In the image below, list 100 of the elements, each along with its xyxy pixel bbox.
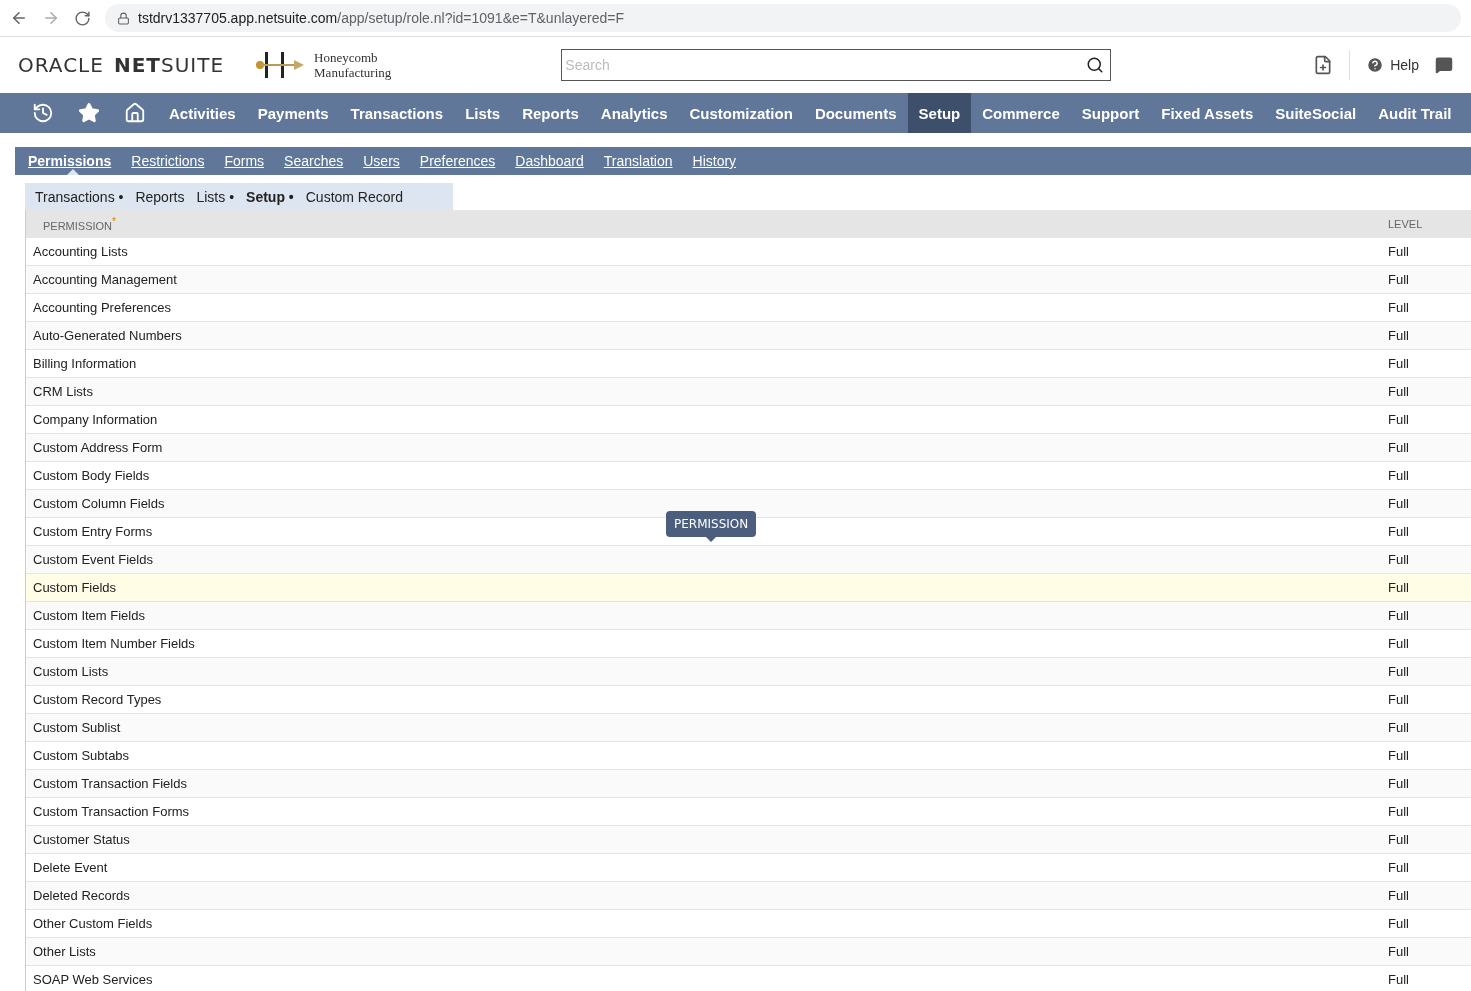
level-cell-text: Full bbox=[1388, 384, 1410, 399]
table-row[interactable]: Other Lists Full bbox=[26, 938, 1471, 966]
subtab[interactable]: Transactions • bbox=[35, 183, 134, 210]
level-cell-text: Full bbox=[1388, 272, 1410, 287]
reload-icon[interactable] bbox=[74, 9, 91, 27]
company-name: Honeycomb Manufacturing bbox=[314, 50, 392, 80]
url-path: /app/setup/role.nl?id=1091&e=T&unlayered=F bbox=[337, 10, 625, 26]
tab[interactable]: Restrictions bbox=[124, 147, 218, 175]
table-row[interactable]: Customer Status Full bbox=[26, 826, 1471, 854]
permission-cell-text: Billing Information bbox=[33, 356, 138, 371]
table-row[interactable]: CRM Lists Full bbox=[26, 378, 1471, 406]
permission-cell-text: Company Information bbox=[33, 412, 159, 427]
level-cell-text: Full bbox=[1388, 412, 1410, 427]
level-cell-text: Full bbox=[1388, 916, 1410, 931]
permission-cell-text: Auto-Generated Numbers bbox=[33, 328, 183, 343]
level-cell-text: Full bbox=[1388, 888, 1410, 903]
subtab[interactable]: Lists • bbox=[196, 183, 245, 210]
table-row[interactable]: Deleted Records Full bbox=[26, 882, 1471, 910]
table-row[interactable]: Custom Item Fields Full bbox=[26, 602, 1471, 630]
level-cell-text: Full bbox=[1388, 244, 1410, 259]
permission-cell-text: Custom Item Fields bbox=[33, 608, 146, 623]
level-cell-text: Full bbox=[1388, 328, 1410, 343]
nav-tab[interactable]: Reports bbox=[511, 93, 590, 133]
table-row[interactable]: Custom Column Fields Full bbox=[26, 490, 1471, 518]
nav-tab[interactable]: Commerce bbox=[971, 93, 1071, 133]
level-cell-text: Full bbox=[1388, 356, 1410, 371]
nav-tab[interactable]: Transactions bbox=[339, 93, 455, 133]
table-row[interactable]: Custom Sublist Full bbox=[26, 714, 1471, 742]
permission-cell-text: Custom Event Fields bbox=[33, 552, 154, 567]
help-button[interactable]: Help bbox=[1349, 50, 1419, 80]
permission-cell-text: Custom Sublist bbox=[33, 720, 122, 735]
level-cell-text: Full bbox=[1388, 720, 1410, 735]
tab[interactable]: Users bbox=[356, 147, 413, 175]
level-cell-text: Full bbox=[1388, 524, 1410, 539]
back-icon[interactable] bbox=[10, 9, 28, 27]
table-row[interactable]: Accounting Management Full bbox=[26, 266, 1471, 294]
permission-cell-text: Custom Subtabs bbox=[33, 748, 131, 763]
permission-cell-text: Custom Transaction Fields bbox=[33, 776, 188, 791]
level-cell-text: Full bbox=[1388, 832, 1410, 847]
nav-tab[interactable]: Audit Trail bbox=[1367, 93, 1463, 133]
permission-cell-text: Custom Entry Forms bbox=[33, 524, 154, 539]
subtab[interactable]: Reports bbox=[135, 183, 195, 210]
level-cell-text: Full bbox=[1388, 804, 1410, 819]
table-row[interactable]: Custom Address Form Full bbox=[26, 434, 1471, 462]
tooltip-pointer-icon bbox=[706, 537, 717, 542]
tab[interactable]: Translation bbox=[596, 147, 686, 175]
subtab[interactable]: Custom Record bbox=[305, 183, 413, 210]
nav-tab[interactable]: Lists bbox=[454, 93, 512, 133]
table-row[interactable]: Custom Transaction Fields Full bbox=[26, 770, 1471, 798]
table-row[interactable]: Auto-Generated Numbers Full bbox=[26, 322, 1471, 350]
nav-tab[interactable]: Analytics bbox=[589, 93, 679, 133]
permission-cell-text: CRM Lists bbox=[33, 384, 94, 399]
nav-tab[interactable]: Customization bbox=[678, 93, 804, 133]
nav-tab[interactable]: Setup bbox=[907, 93, 972, 133]
permission-cell-text: Accounting Management bbox=[33, 272, 178, 287]
permission-cell-text: Custom Item Number Fields bbox=[33, 636, 196, 651]
level-cell-text: Full bbox=[1388, 692, 1410, 707]
nav-tab[interactable]: Payments bbox=[246, 93, 340, 133]
permission-cell-text: Custom Fields bbox=[33, 580, 118, 595]
permission-cell-text: Other Custom Fields bbox=[33, 916, 154, 931]
level-cell-text: Full bbox=[1388, 972, 1410, 987]
help-icon bbox=[1366, 56, 1385, 74]
lock-icon bbox=[117, 11, 130, 25]
level-cell-text: Full bbox=[1388, 636, 1410, 651]
level-cell-text: Full bbox=[1388, 468, 1410, 483]
level-cell-text: Full bbox=[1388, 860, 1410, 875]
column-header: LEVEL bbox=[1388, 218, 1424, 230]
level-cell-text: Full bbox=[1388, 580, 1410, 595]
nav-tab[interactable]: Documents bbox=[803, 93, 908, 133]
search-icon[interactable] bbox=[1086, 56, 1105, 74]
permission-cell-text: Custom Transaction Forms bbox=[33, 804, 191, 819]
permission-cell-text: Accounting Preferences bbox=[33, 300, 173, 315]
new-record-icon[interactable] bbox=[1313, 55, 1334, 75]
tab[interactable]: Searches bbox=[277, 147, 357, 175]
level-cell-text: Full bbox=[1388, 440, 1410, 455]
table-row[interactable]: Custom Fields Full bbox=[26, 574, 1471, 602]
url-host: tstdrv1337705.app.netsuite.com bbox=[138, 10, 338, 26]
nav-tab[interactable]: Activities bbox=[158, 93, 247, 133]
nav-tab[interactable]: Fixed Assets bbox=[1150, 93, 1265, 133]
table-row[interactable]: Custom Event Fields Full bbox=[26, 546, 1471, 574]
nav-tab[interactable]: Support bbox=[1070, 93, 1151, 133]
permission-cell-text: Other Lists bbox=[33, 944, 97, 959]
tab[interactable]: History bbox=[685, 147, 750, 175]
tab[interactable]: Dashboard bbox=[508, 147, 597, 175]
table-row[interactable]: Custom Lists Full bbox=[26, 658, 1471, 686]
permission-cell-text: Customer Status bbox=[33, 832, 131, 847]
search-field[interactable]: Search bbox=[561, 49, 1112, 81]
level-cell-text: Full bbox=[1388, 300, 1410, 315]
permission-cell-text: SOAP Web Services bbox=[33, 972, 154, 987]
nav-tab[interactable]: SuiteSocial bbox=[1264, 93, 1368, 133]
address-bar[interactable]: tstdrv1337705.app.netsuite.com/app/setup/role.nl?id=1091&e=T&unlayered=F bbox=[105, 4, 1461, 32]
tab[interactable]: Forms bbox=[217, 147, 278, 175]
level-cell-text: Full bbox=[1388, 776, 1410, 791]
chat-icon[interactable] bbox=[1435, 56, 1453, 74]
tab[interactable]: Permissions bbox=[21, 147, 125, 175]
level-cell-text: Full bbox=[1388, 748, 1410, 763]
level-cell-text: Full bbox=[1388, 608, 1410, 623]
tooltip: PERMISSION bbox=[666, 511, 757, 537]
permission-cell-text: Custom Lists bbox=[33, 664, 110, 679]
tab[interactable]: Preferences bbox=[412, 147, 509, 175]
